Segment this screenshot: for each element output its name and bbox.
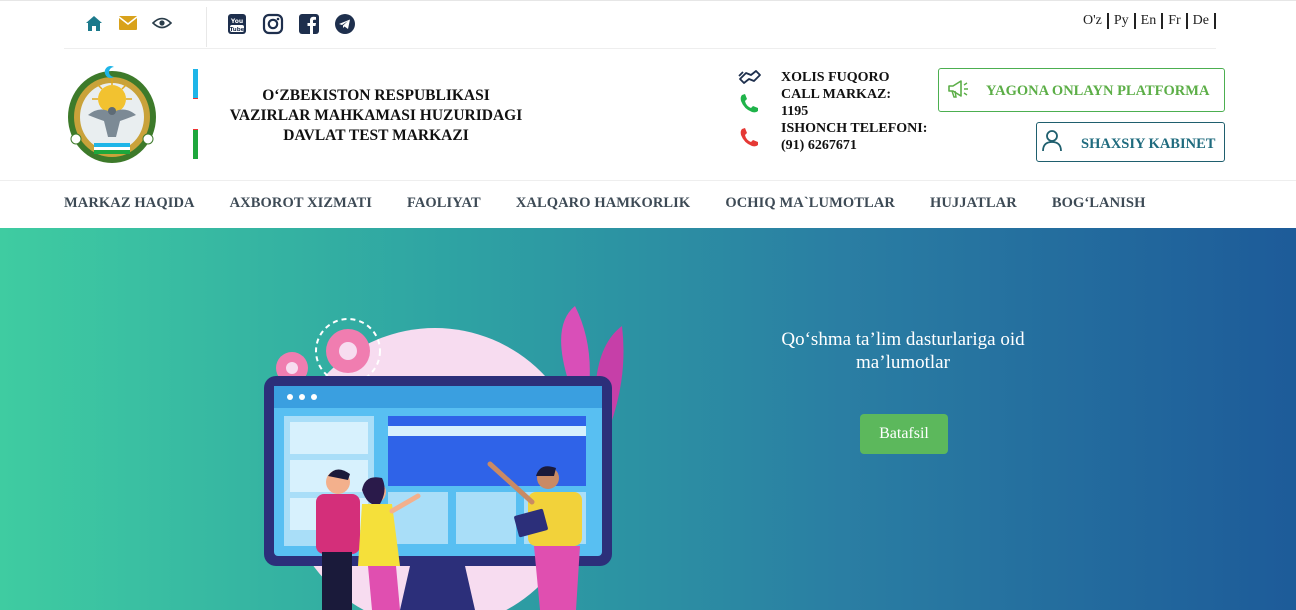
nav-item-open-data[interactable]: OCHIQ MA`LUMOTLAR bbox=[725, 195, 895, 212]
social-icons: You Tube bbox=[226, 13, 356, 35]
nav-item-activity[interactable]: FAOLIYAT bbox=[407, 195, 481, 212]
hero-banner: Qo‘shma ta’lim dasturlariga oid ma’lumot… bbox=[0, 228, 1296, 610]
hero-details-button[interactable]: Batafsil bbox=[860, 414, 948, 454]
lang-fr[interactable]: Fr bbox=[1163, 13, 1188, 29]
top-bar: You Tube O'z Py En Fr De bbox=[0, 0, 1296, 49]
main-nav-list: MARKAZ HAQIDA AXBOROT XIZMATI FAOLIYAT X… bbox=[64, 195, 1180, 212]
megaphone-icon bbox=[947, 79, 969, 99]
lang-ru[interactable]: Py bbox=[1109, 13, 1136, 29]
flag-stripe bbox=[193, 69, 198, 159]
eye-icon[interactable] bbox=[152, 13, 172, 33]
instagram-icon[interactable] bbox=[262, 13, 284, 35]
main-nav: MARKAZ HAQIDA AXBOROT XIZMATI FAOLIYAT X… bbox=[0, 181, 1296, 228]
mail-icon[interactable] bbox=[118, 13, 138, 33]
site-header: O‘ZBEKISTON RESPUBLIKASI VAZIRLAR MAHKAM… bbox=[0, 49, 1296, 181]
contact-line3[interactable]: 1195 bbox=[781, 103, 951, 120]
user-icon bbox=[1041, 129, 1063, 153]
lang-en[interactable]: En bbox=[1136, 13, 1164, 29]
org-name-line2: VAZIRLAR MAHKAMASI HUZURIDAGI bbox=[229, 107, 523, 124]
svg-text:Tube: Tube bbox=[230, 27, 245, 33]
phone-green-icon bbox=[738, 93, 764, 117]
lang-de[interactable]: De bbox=[1188, 13, 1216, 29]
hero-text-line1: Qo‘shma ta’lim dasturlariga oid bbox=[781, 329, 1025, 350]
contact-line1: XOLIS FUQORO bbox=[781, 70, 890, 85]
nav-item-documents[interactable]: HUJJATLAR bbox=[930, 195, 1017, 212]
top-bar-inner: You Tube O'z Py En Fr De bbox=[64, 1, 1216, 49]
language-switcher: O'z Py En Fr De bbox=[1083, 13, 1216, 29]
online-platform-label: YAGONA ONLAYN PLATFORMA bbox=[986, 83, 1210, 99]
contact-line4: ISHONCH TELEFONI: bbox=[781, 121, 928, 136]
personal-cabinet-label: SHAXSIY KABINET bbox=[1081, 136, 1216, 152]
facebook-icon[interactable] bbox=[298, 13, 320, 35]
nav-item-about[interactable]: MARKAZ HAQIDA bbox=[64, 195, 195, 212]
contact-line5[interactable]: (91) 6267671 bbox=[781, 137, 951, 154]
personal-cabinet-button[interactable]: SHAXSIY KABINET bbox=[1036, 122, 1225, 162]
nav-item-press[interactable]: AXBOROT XIZMATI bbox=[230, 195, 372, 212]
telegram-icon[interactable] bbox=[334, 13, 356, 35]
hero-text-line2: ma’lumotlar bbox=[856, 352, 950, 373]
contact-line2: CALL MARKAZ: bbox=[781, 87, 892, 102]
svg-text:You: You bbox=[230, 18, 243, 25]
online-platform-button[interactable]: YAGONA ONLAYN PLATFORMA bbox=[938, 68, 1225, 112]
state-emblem-logo[interactable] bbox=[64, 59, 160, 167]
lang-uz[interactable]: O'z bbox=[1083, 13, 1109, 29]
handshake-icon bbox=[738, 67, 764, 91]
utility-icons bbox=[84, 13, 172, 33]
youtube-icon[interactable]: You Tube bbox=[226, 13, 248, 35]
hero-headline: Qo‘shma ta’lim dasturlariga oid ma’lumot… bbox=[740, 328, 1066, 374]
nav-item-contact[interactable]: BOG‘LANISH bbox=[1052, 195, 1146, 212]
top-divider bbox=[206, 7, 207, 47]
hero-illustration bbox=[250, 306, 640, 610]
home-icon[interactable] bbox=[84, 13, 104, 33]
phone-red-icon bbox=[738, 127, 764, 151]
contact-text: XOLIS FUQORO CALL MARKAZ: 1195 ISHONCH T… bbox=[781, 69, 951, 154]
organization-name: O‘ZBEKISTON RESPUBLIKASI VAZIRLAR MAHKAM… bbox=[210, 86, 542, 146]
nav-item-international[interactable]: XALQARO HAMKORLIK bbox=[516, 195, 691, 212]
org-name-line3: DAVLAT TEST MARKAZI bbox=[283, 127, 469, 144]
org-name-line1: O‘ZBEKISTON RESPUBLIKASI bbox=[262, 87, 490, 104]
